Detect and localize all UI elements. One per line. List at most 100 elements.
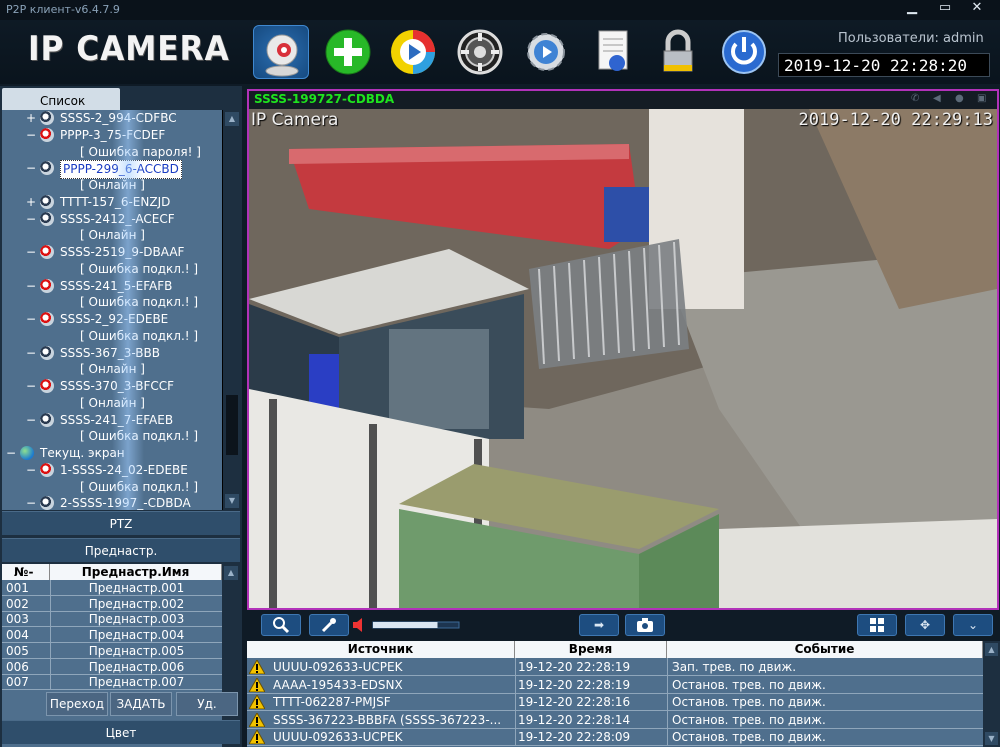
video-window[interactable]: SSSS-199727-CDBDA ✆ ◀ ● ▣ IP Camera 2019…: [247, 89, 999, 610]
event-time: 19-12-20 22:28:09: [515, 728, 665, 747]
collapse-icon[interactable]: −: [26, 412, 36, 429]
ptz-section[interactable]: PTZ: [2, 511, 240, 535]
log-document-icon[interactable]: [585, 25, 641, 79]
preset-name: Преднастр.006: [50, 658, 222, 675]
expand-down-icon[interactable]: ⌄: [953, 614, 993, 636]
volume-slider[interactable]: [351, 618, 461, 632]
ptz-move-icon[interactable]: ✥: [905, 614, 945, 636]
event-row[interactable]: SSSS-367223-BBBFA (SSSS-367223-... 19-12-…: [247, 710, 983, 729]
record-icon[interactable]: ●: [955, 93, 967, 105]
collapse-icon[interactable]: −: [26, 160, 36, 177]
collapse-icon[interactable]: −: [6, 445, 16, 462]
forward-arrow-icon[interactable]: ➡: [579, 614, 619, 636]
warning-icon: [249, 695, 265, 710]
camera-offline-icon: [40, 462, 54, 477]
collapse-icon[interactable]: −: [26, 311, 36, 328]
event-row[interactable]: UUUU-092633-UCPEK 19-12-20 22:28:09 Остано…: [247, 728, 983, 747]
speaker-icon[interactable]: ◀: [933, 93, 945, 105]
camera-feed[interactable]: IP Camera 2019-12-20 22:29:13: [249, 109, 997, 608]
camera-icon: [40, 161, 54, 176]
preset-row[interactable]: 007 Преднастр.007: [2, 674, 222, 691]
add-device-icon[interactable]: [320, 25, 376, 79]
collapse-icon[interactable]: −: [26, 244, 36, 261]
event-time: 19-12-20 22:28:16: [515, 693, 665, 712]
delete-preset-button[interactable]: Уд.: [176, 692, 238, 716]
event-row[interactable]: UUUU-092633-UCPEK 19-12-20 22:28:19 Зап. т…: [247, 658, 983, 676]
event-row[interactable]: AAAA-195433-EDSNX 19-12-20 22:28:19 Остано…: [247, 675, 983, 694]
scroll-down-icon[interactable]: ▼: [985, 732, 998, 745]
app-logo: IP CAMERA: [28, 29, 230, 69]
settings-gear-icon[interactable]: [518, 25, 574, 79]
expand-icon[interactable]: +: [26, 194, 36, 211]
set-preset-button[interactable]: ЗАДАТЬ: [110, 692, 172, 716]
color-section[interactable]: Цвет: [2, 720, 240, 744]
camera-icon: [40, 412, 54, 427]
device-tree[interactable]: +SSSS-2_994-CDFBC−PPPP-3_75-FCDEF[ Ошибк…: [2, 110, 222, 510]
collapse-icon[interactable]: −: [26, 211, 36, 228]
camera-icon: [40, 194, 54, 209]
event-time: 19-12-20 22:28:19: [515, 658, 665, 676]
presets-section[interactable]: Преднастр.: [2, 538, 240, 562]
preset-row[interactable]: 002 Преднастр.002: [2, 595, 222, 612]
preset-number: 004: [6, 628, 29, 643]
event-scrollbar[interactable]: ▲ ▼: [983, 641, 1000, 747]
preset-row[interactable]: 004 Преднастр.004: [2, 627, 222, 644]
grid-layout-icon[interactable]: [857, 614, 897, 636]
scroll-up-icon[interactable]: ▲: [985, 643, 998, 656]
title-bar: P2P клиент-v6.4.7.9 ▁ ▭ ✕: [0, 0, 1000, 20]
collapse-icon[interactable]: −: [26, 495, 36, 510]
event-source: SSSS-367223-BBBFA (SSSS-367223-...: [273, 712, 502, 727]
event-col-time[interactable]: Время: [515, 641, 667, 658]
warning-icon: [249, 660, 265, 674]
snapshot-icon[interactable]: [625, 614, 665, 636]
ptz-wheel-icon[interactable]: [452, 25, 508, 79]
expand-icon[interactable]: +: [26, 110, 36, 127]
fullscreen-icon[interactable]: ▣: [977, 93, 989, 105]
collapse-icon[interactable]: −: [26, 278, 36, 295]
tab-list[interactable]: Список: [2, 88, 120, 112]
mic-icon[interactable]: [309, 614, 349, 636]
camera-offline-icon: [40, 127, 54, 142]
preset-name: Преднастр.002: [50, 595, 222, 612]
event-col-source[interactable]: Источник: [247, 641, 515, 658]
scroll-up-icon[interactable]: ▲: [224, 566, 238, 580]
event-description: Останов. трев. по движ.: [667, 728, 983, 747]
camera-view-icon[interactable]: [253, 25, 309, 79]
collapse-icon[interactable]: −: [26, 378, 36, 395]
preset-row[interactable]: 001 Преднастр.001: [2, 580, 222, 596]
collapse-icon[interactable]: −: [26, 127, 36, 144]
event-source: UUUU-092633-UCPEK: [273, 660, 403, 674]
maximize-icon[interactable]: ▭: [930, 0, 960, 18]
left-panel: Список +SSSS-2_994-CDFBC−PPPP-3_75-FCDEF…: [0, 86, 242, 747]
event-row[interactable]: TTTT-062287-PMJSF 19-12-20 22:28:16 Остано…: [247, 693, 983, 712]
collapse-icon[interactable]: −: [26, 345, 36, 362]
tree-item-label: SSSS-367_3-BBB: [60, 345, 160, 360]
scroll-up-icon[interactable]: ▲: [225, 112, 239, 126]
lock-icon[interactable]: [650, 25, 706, 79]
warning-icon: [249, 730, 265, 745]
clock-display: 2019-12-20 22:28:20: [778, 53, 990, 77]
warning-icon: [249, 712, 265, 727]
preset-name: Преднастр.003: [50, 611, 222, 628]
preset-name: Преднастр.005: [50, 642, 222, 659]
power-icon[interactable]: [716, 25, 772, 79]
preset-row[interactable]: 003 Преднастр.003: [2, 611, 222, 628]
event-time: 19-12-20 22:28:14: [515, 710, 665, 729]
goto-preset-button[interactable]: Переход: [46, 692, 108, 716]
preset-col-number[interactable]: №-: [2, 564, 50, 580]
tree-scrollbar[interactable]: ▲ ▼: [222, 110, 240, 510]
zoom-icon[interactable]: [261, 614, 301, 636]
event-time: 19-12-20 22:28:19: [515, 675, 665, 694]
event-col-event[interactable]: Событие: [667, 641, 983, 658]
preset-row[interactable]: 006 Преднастр.006: [2, 658, 222, 675]
preset-col-name[interactable]: Преднастр.Имя: [50, 564, 222, 580]
preset-row[interactable]: 005 Преднастр.005: [2, 642, 222, 659]
scroll-thumb[interactable]: [226, 395, 238, 455]
playback-icon[interactable]: [385, 25, 441, 79]
collapse-icon[interactable]: −: [26, 462, 36, 479]
talk-icon[interactable]: ✆: [911, 93, 923, 105]
minimize-icon[interactable]: ▁: [897, 0, 927, 18]
event-description: Останов. трев. по движ.: [667, 710, 983, 729]
close-icon[interactable]: ✕: [962, 0, 992, 18]
scroll-down-icon[interactable]: ▼: [225, 494, 239, 508]
